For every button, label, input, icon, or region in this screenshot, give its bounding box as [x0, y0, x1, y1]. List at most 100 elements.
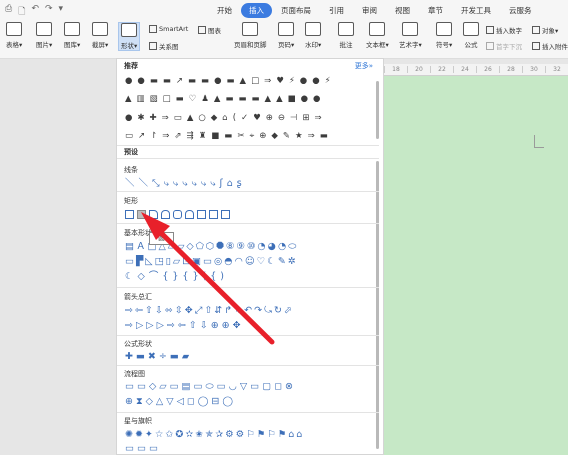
basic-row: ☾◇⌒{}{}({)	[125, 271, 228, 282]
banner-shapes[interactable]: ▭▭▭	[125, 443, 161, 454]
formula-shapes[interactable]: ✚▬✖÷▬▰	[125, 351, 192, 362]
picture-button[interactable]: 图片▾	[36, 22, 52, 49]
relation-button[interactable]: 关系图	[149, 41, 179, 51]
redo-icon[interactable]: ↷	[45, 4, 53, 20]
textbox-button[interactable]: 文本框▾	[366, 22, 389, 49]
comment-button[interactable]: 批注	[338, 22, 354, 49]
rectangle-shape[interactable]	[221, 210, 230, 219]
recommended-row: ▲▥▧□▬♡♟▲▬▬▬▲▲■●●	[125, 94, 325, 104]
recommended-shapes[interactable]: ▲▥▧□▬♡♟▲▬▬▬▲▲■●●	[125, 94, 325, 104]
rectangle-shape[interactable]	[209, 210, 218, 219]
first-letter-label: 首字下沉	[496, 43, 522, 51]
section-formula-shapes: 公式形状	[124, 340, 152, 348]
flowchart-shapes[interactable]: ▭▭◇▱▭▤▭⬭▭◡▽▭▢◻⊗	[125, 381, 296, 392]
section-divider	[117, 365, 379, 366]
screenshot-button[interactable]: 截屏▾	[92, 22, 108, 49]
omega-icon	[436, 22, 453, 36]
number-icon	[486, 26, 494, 34]
gallery-button[interactable]: 图库▾	[64, 22, 80, 49]
rectangle-shape[interactable]	[197, 210, 206, 219]
page-number-label: 页码▾	[278, 41, 295, 49]
symbol-label: 符号▾	[436, 41, 453, 49]
menu-bar: ⎙ 🗋 ↶ ↷ ▾ 开始 插入 页面布局 引用 审阅 视图 章节 开发工具 云服…	[0, 0, 568, 20]
snip-rectangle-shape[interactable]	[149, 210, 158, 219]
recommended-row: ▭↗↾⇒⇗⇶♜■▬✂⌖⊕◆✎★⇒▬	[125, 131, 333, 141]
formula-row: ✚▬✖÷▬▰	[125, 351, 192, 362]
shapes-button[interactable]: 形状▾	[118, 22, 141, 51]
recommended-shapes[interactable]: ●✱✚⇒▭▲○◆⌂(✓♥⊕⊖⊣⊞⇒	[125, 113, 327, 123]
ruler-tick: 28	[499, 66, 522, 73]
rectangle-row	[125, 210, 230, 219]
undo-icon[interactable]: ↶	[31, 4, 39, 20]
shapes-icon	[121, 23, 138, 37]
scissors-icon	[92, 22, 109, 36]
more-link[interactable]: 更多»	[355, 61, 373, 71]
round-rectangle-shape[interactable]	[173, 210, 182, 219]
line-shapes[interactable]: ＼＼⤡⤷⤷⤷⤷⤷⤷ʃ⌂ʂ	[125, 178, 246, 189]
page-number-button[interactable]: 页码▾	[278, 22, 294, 49]
chart-icon	[198, 26, 206, 34]
section-arrows: 箭头总汇	[124, 293, 152, 301]
page-number-icon	[278, 22, 295, 36]
shapes-dropdown: 推荐 更多» ●●▬▬↗▬▬●▬▲□⇒♥⚡●●⚡ ▲▥▧□▬♡♟▲▬▬▬▲▲■●…	[116, 58, 384, 455]
recommended-title: 推荐	[124, 62, 138, 70]
symbol-button[interactable]: 符号▾	[436, 22, 452, 49]
recommended-scrollbar[interactable]	[376, 81, 379, 139]
preview-icon[interactable]: 🗋	[18, 4, 25, 20]
tab-view[interactable]: 视图	[386, 5, 419, 16]
section-rectangle: 矩形	[124, 197, 138, 205]
ruler-tick: 18	[384, 66, 407, 73]
rectangle-shape[interactable]	[125, 210, 134, 219]
arrow-shapes[interactable]: ⇨⇦⇧⇩⬄⇳✥⤢⇧⇵↱↳↶↷⤿↻⬀	[125, 305, 294, 316]
menu-tabs: 开始 插入 页面布局 引用 审阅 视图 章节 开发工具 云服务	[208, 0, 541, 20]
panel-header: 推荐 更多»	[117, 59, 383, 71]
header-footer-button[interactable]: 页眉和页脚	[234, 22, 267, 49]
table-button[interactable]: 表格▾	[6, 22, 22, 49]
insert-attachment-button[interactable]: 插入附件	[532, 41, 568, 51]
tab-review[interactable]: 审阅	[353, 5, 386, 16]
rounded-rectangle-shape[interactable]	[137, 210, 146, 219]
textbox-label: 文本框▾	[366, 41, 389, 49]
screenshot-label: 截屏▾	[92, 41, 109, 49]
wordart-button[interactable]: 艺术字▾	[399, 22, 422, 49]
recommended-shapes[interactable]: ▭↗↾⇒⇗⇶♜■▬✂⌖⊕◆✎★⇒▬	[125, 131, 333, 141]
tab-cloud[interactable]: 云服务	[500, 5, 541, 16]
tab-home[interactable]: 开始	[208, 5, 241, 16]
round-top-rectangle-shape[interactable]	[161, 210, 170, 219]
gallery-label: 图库▾	[64, 41, 81, 49]
print-icon[interactable]: ⎙	[5, 4, 12, 20]
table-label: 表格▾	[6, 41, 23, 49]
round-corner-rectangle-shape[interactable]	[185, 210, 194, 219]
object-button[interactable]: 对象▾	[532, 25, 558, 35]
watermark-button[interactable]: 水印▾	[305, 22, 321, 49]
smartart-button[interactable]: SmartArt	[149, 25, 188, 33]
insert-number-button[interactable]: 插入数字	[486, 25, 522, 35]
drop-cap-icon	[486, 42, 494, 50]
section-lines: 线条	[124, 166, 138, 174]
chart-button[interactable]: 图表	[198, 25, 221, 35]
tab-insert[interactable]: 插入	[241, 2, 272, 18]
recommended-shapes[interactable]: ●●▬▬↗▬▬●▬▲□⇒♥⚡●●⚡	[125, 76, 336, 86]
flowchart-shapes[interactable]: ⊕⧗◇△▽◁◻◯⊟◯	[125, 396, 236, 407]
ruler-tick: 26	[476, 66, 499, 73]
arrow-shapes[interactable]: ⇨▷▷▷⇨⇦⇧⇩⊕⊕✥	[125, 320, 244, 331]
preset-scrollbar[interactable]	[376, 161, 379, 449]
basic-shapes[interactable]: ☾◇⌒{}{}({)	[125, 271, 228, 282]
customize-icon[interactable]: ▾	[59, 4, 64, 20]
tab-page-layout[interactable]: 页面布局	[272, 5, 320, 16]
tab-section[interactable]: 章节	[419, 5, 452, 16]
first-letter-button[interactable]: 首字下沉	[486, 41, 522, 51]
comment-label: 批注	[339, 41, 353, 49]
star-shapes[interactable]: ✺✹✦☆✩✪✫✬✯✰⚙⚙⚐⚑⚐⚑⌂⌂	[125, 429, 304, 440]
document-page[interactable]	[384, 76, 568, 455]
insert-number-label: 插入数字	[496, 27, 522, 35]
tab-developer[interactable]: 开发工具	[452, 5, 500, 16]
chart-label: 图表	[208, 27, 221, 35]
basic-shapes[interactable]: ▭▛◺◳▯▱⊡▣▭◎◓◠☺♡☾✎✲	[125, 256, 298, 267]
tab-references[interactable]: 引用	[320, 5, 353, 16]
formula-button[interactable]: 公式	[463, 22, 479, 49]
smartart-label: SmartArt	[159, 25, 189, 33]
horizontal-ruler: 18 20 22 24 26 28 30 32	[384, 64, 568, 76]
ruler-tick: 22	[430, 66, 453, 73]
quick-access-toolbar: ⎙ 🗋 ↶ ↷ ▾	[5, 4, 63, 20]
